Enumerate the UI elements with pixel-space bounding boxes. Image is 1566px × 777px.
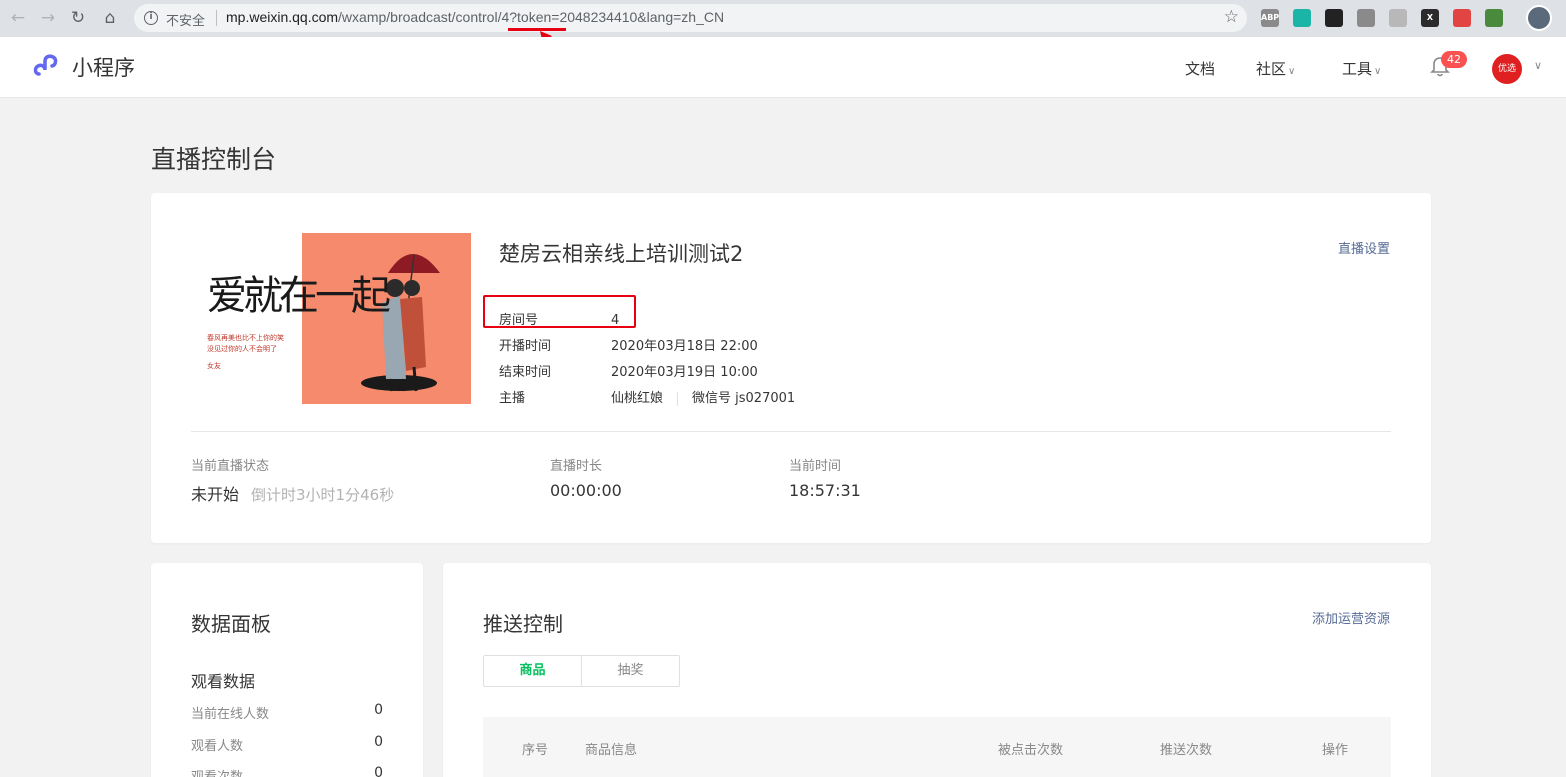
metric-views-value: 0	[374, 765, 383, 777]
data-panel-title: 数据面板	[191, 612, 271, 636]
chevron-down-icon: ∨	[1374, 66, 1382, 77]
end-time-value: 2020年03月19日 10:00	[611, 365, 758, 380]
column-click-count: 被点击次数	[998, 743, 1064, 758]
anchor-name: 仙桃红娘	[611, 391, 664, 406]
card-divider	[191, 431, 1391, 432]
live-status-label: 当前直播状态	[191, 459, 270, 474]
current-time-label: 当前时间	[789, 459, 842, 474]
feather-extension-icon[interactable]	[1389, 9, 1407, 27]
account-chevron-down-icon[interactable]: ∨	[1534, 59, 1542, 72]
dark-extension-icon[interactable]	[1325, 9, 1343, 27]
room-name: 楚房云相亲线上培训测试2	[499, 242, 744, 266]
view-data-title: 观看数据	[191, 672, 256, 691]
nav-tools-label: 工具	[1342, 60, 1373, 78]
red-extension-icon[interactable]	[1453, 9, 1471, 27]
anchor-label: 主播	[499, 391, 526, 406]
browser-toolbar: ← → ↻ ⌂ i 不安全 mp.weixin.qq.com/wxamp/bro…	[0, 0, 1566, 37]
start-time-value: 2020年03月18日 22:00	[611, 339, 758, 354]
metric-online-value: 0	[374, 702, 383, 718]
anchor-row: 主播 仙桃红娘 微信号 js027001	[499, 387, 795, 406]
profile-avatar[interactable]	[1526, 5, 1552, 31]
column-goods-info: 商品信息	[585, 743, 638, 758]
cover-subtitle-line1: 春风再美也比不上你的笑	[207, 334, 284, 342]
security-label[interactable]: 不安全	[166, 10, 205, 29]
mini-program-logo-icon[interactable]	[33, 52, 65, 80]
account-avatar[interactable]: 优选	[1492, 54, 1522, 84]
tab-lottery[interactable]: 抽奖	[581, 656, 679, 686]
end-time-row: 结束时间 2020年03月19日 10:00	[499, 361, 758, 380]
cover-subtitle: 春风再美也比不上你的笑 没见过你的人不会明了	[207, 333, 284, 355]
room-cover-image: 爱就在一起 春风再美也比不上你的笑 没见过你的人不会明了 女友	[187, 233, 472, 404]
back-arrow-icon[interactable]: ←	[6, 6, 30, 30]
metric-viewers-value: 0	[374, 734, 383, 750]
cube-extension-icon[interactable]	[1485, 9, 1503, 27]
live-settings-link[interactable]: 直播设置	[1338, 238, 1390, 257]
anchor-wechat-id: 微信号 js027001	[692, 391, 796, 406]
home-icon[interactable]: ⌂	[98, 6, 122, 30]
camera-extension-icon[interactable]	[1357, 9, 1375, 27]
metric-views-label: 观看次数	[191, 766, 243, 777]
url-separator	[216, 10, 217, 26]
live-status-value: 未开始 倒计时3小时1分46秒	[191, 481, 394, 505]
url-host: mp.weixin.qq.com	[226, 9, 339, 25]
x-extension-icon[interactable]: X	[1421, 9, 1439, 27]
nav-docs[interactable]: 文档	[1185, 58, 1215, 79]
room-number-label: 房间号	[499, 313, 539, 328]
info-icon[interactable]: i	[144, 11, 158, 25]
bookmark-star-icon[interactable]: ☆	[1224, 7, 1239, 27]
cover-title-art: 爱就在一起	[207, 273, 391, 319]
live-status-text: 未开始	[191, 485, 240, 504]
abp-extension-icon[interactable]: ABP	[1261, 9, 1279, 27]
nav-community[interactable]: 社区 ∨	[1256, 58, 1295, 79]
chevron-down-icon: ∨	[1288, 66, 1296, 77]
room-info-card: 爱就在一起 春风再美也比不上你的笑 没见过你的人不会明了 女友 楚房云相亲线上培…	[151, 193, 1431, 543]
logo-text[interactable]: 小程序	[72, 52, 135, 82]
data-panel-card: 数据面板 观看数据 当前在线人数 0 观看人数 0 观看次数 0	[151, 563, 423, 777]
push-control-card: 推送控制 添加运营资源 商品 抽奖 序号 商品信息 被点击次数 推送次数 操作	[443, 563, 1431, 777]
start-time-label: 开播时间	[499, 339, 552, 354]
metric-viewers-label: 观看人数	[191, 739, 244, 754]
goods-table-header: 序号 商品信息 被点击次数 推送次数 操作	[483, 717, 1391, 777]
nav-tools[interactable]: 工具 ∨	[1342, 58, 1381, 79]
nav-community-label: 社区	[1256, 60, 1287, 78]
duration-value: 00:00:00	[550, 481, 622, 500]
qr-extension-icon[interactable]	[1293, 9, 1311, 27]
end-time-label: 结束时间	[499, 365, 552, 380]
column-push-count: 推送次数	[1160, 743, 1213, 758]
cover-subtitle-line2: 没见过你的人不会明了	[207, 345, 277, 353]
start-time-row: 开播时间 2020年03月18日 22:00	[499, 335, 758, 354]
room-number-value: 4	[611, 313, 620, 328]
column-index: 序号	[522, 743, 549, 758]
duration-label: 直播时长	[550, 459, 603, 474]
url-text[interactable]: mp.weixin.qq.com/wxamp/broadcast/control…	[226, 9, 724, 25]
forward-arrow-icon[interactable]: →	[36, 6, 60, 30]
column-actions: 操作	[1322, 743, 1349, 758]
app-header: 小程序 文档 社区 ∨ 工具 ∨ 42 优选 ∨	[0, 37, 1566, 98]
add-resource-link[interactable]: 添加运营资源	[1312, 608, 1390, 627]
cover-brand: 女友	[207, 362, 221, 370]
notification-badge[interactable]: 42	[1441, 51, 1467, 68]
tab-goods[interactable]: 商品	[484, 656, 581, 686]
anchor-separator	[677, 391, 679, 406]
current-time-value: 18:57:31	[789, 481, 861, 500]
countdown-text: 倒计时3小时1分46秒	[251, 486, 395, 504]
address-bar[interactable]: i 不安全 mp.weixin.qq.com/wxamp/broadcast/c…	[134, 4, 1247, 32]
push-control-title: 推送控制	[483, 612, 563, 636]
metric-online-label: 当前在线人数	[191, 707, 270, 722]
page-title: 直播控制台	[151, 145, 277, 174]
url-path: /wxamp/broadcast/control/4?token=2048234…	[338, 9, 725, 25]
room-number-row: 房间号 4	[499, 309, 619, 328]
reload-icon[interactable]: ↻	[66, 6, 90, 30]
push-tabs: 商品 抽奖	[483, 655, 680, 687]
